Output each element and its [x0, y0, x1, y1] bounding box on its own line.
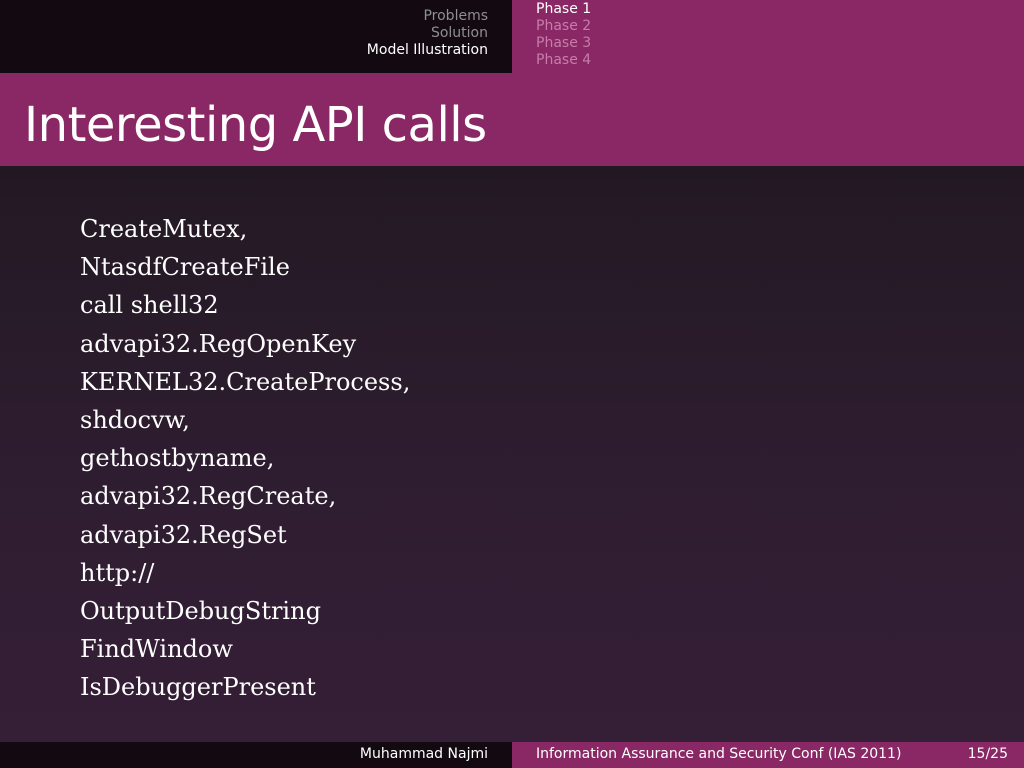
nav-section-problems[interactable]: Problems	[367, 8, 488, 25]
footer-author-bar: Muhammad Najmi	[0, 742, 512, 768]
slide-title-bar: Interesting API calls	[0, 73, 1024, 166]
api-call-list: CreateMutex, NtasdfCreateFile call shell…	[80, 210, 410, 707]
footer-conference: Information Assurance and Security Conf …	[536, 746, 902, 762]
footer-info-bar: Information Assurance and Security Conf …	[512, 742, 1024, 768]
nav-section-model-illustration[interactable]: Model Illustration	[367, 42, 488, 59]
section-list: Problems Solution Model Illustration	[367, 8, 488, 59]
api-call-item: advapi32.RegOpenKey	[80, 329, 357, 358]
api-call-item: IsDebuggerPresent	[80, 673, 316, 702]
api-call-item: call shell32	[80, 291, 219, 320]
api-call-item: advapi32.RegCreate,	[80, 482, 337, 511]
footer-page-number: 15/25	[967, 746, 1008, 762]
nav-subsection-phase-3[interactable]: Phase 3	[536, 35, 591, 52]
slide-title: Interesting API calls	[24, 97, 487, 153]
footer-author: Muhammad Najmi	[359, 746, 488, 762]
subsection-navigation: Phase 1 Phase 2 Phase 3 Phase 4	[512, 0, 1024, 73]
api-call-item: KERNEL32.CreateProcess,	[80, 367, 411, 396]
api-call-item: gethostbyname,	[80, 444, 275, 473]
nav-section-solution[interactable]: Solution	[367, 25, 488, 42]
api-call-item: NtasdfCreateFile	[80, 253, 290, 282]
nav-subsection-phase-4[interactable]: Phase 4	[536, 52, 591, 69]
section-navigation: Problems Solution Model Illustration	[0, 0, 512, 73]
api-call-item: OutputDebugString	[80, 597, 321, 626]
api-call-item: http://	[80, 558, 155, 587]
nav-subsection-phase-2[interactable]: Phase 2	[536, 18, 591, 35]
subsection-list: Phase 1 Phase 2 Phase 3 Phase 4	[536, 1, 591, 69]
api-call-item: advapi32.RegSet	[80, 520, 287, 549]
api-call-item: shdocvw,	[80, 406, 190, 435]
api-call-item: FindWindow	[80, 635, 233, 664]
nav-subsection-phase-1[interactable]: Phase 1	[536, 1, 591, 18]
api-call-item: CreateMutex,	[80, 215, 248, 243]
